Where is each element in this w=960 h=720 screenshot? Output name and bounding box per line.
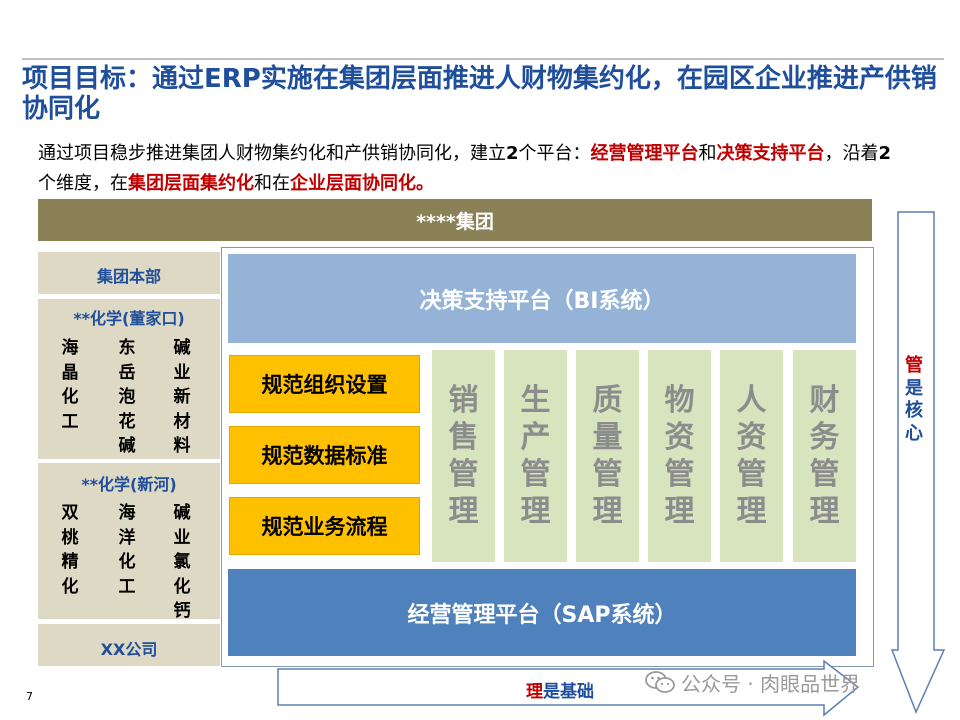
module-label: 销售管理 bbox=[448, 383, 479, 529]
intro-number: 2 bbox=[878, 143, 892, 164]
module-materials: 物资管理 bbox=[648, 350, 711, 562]
intro-highlight: 企业层面协同化。 bbox=[290, 173, 434, 194]
company-name-vertical: 碱业氯化钙 bbox=[173, 503, 191, 621]
xx-company-box: XX公司 bbox=[38, 624, 220, 666]
xx-company-label: XX公司 bbox=[100, 640, 158, 659]
chem-dongjiakou-box: **化学(董家口) 海晶化工 东岳泡花碱 碱业新材料 bbox=[38, 299, 220, 459]
intro-highlight: 集团层面集约化 bbox=[128, 173, 254, 194]
page-number: 7 bbox=[26, 690, 33, 703]
intro-highlight: 决策支持平台 bbox=[716, 143, 825, 164]
bottom-caption-red: 理 bbox=[526, 682, 543, 702]
module-sales: 销售管理 bbox=[432, 350, 495, 562]
module-label: 质量管理 bbox=[592, 383, 623, 529]
module-label: 人资管理 bbox=[736, 383, 767, 529]
intro-text: 个维度，在 bbox=[38, 173, 128, 194]
intro-number: 2 bbox=[506, 143, 519, 164]
module-production: 生产管理 bbox=[504, 350, 567, 562]
intro-text: 个平台： bbox=[518, 143, 591, 164]
bottom-caption-rest: 是基础 bbox=[543, 682, 594, 702]
module-finance: 财务管理 bbox=[793, 350, 856, 562]
group-hq-label: 集团本部 bbox=[96, 267, 161, 286]
bottom-caption: 理是基础 bbox=[470, 677, 650, 702]
company-name-vertical: 双桃精化 bbox=[61, 503, 79, 597]
module-hr: 人资管理 bbox=[720, 350, 783, 562]
watermark-text: 公众号 · 肉眼品世界 bbox=[681, 671, 861, 696]
company-name-vertical: 海晶化工 bbox=[61, 338, 79, 432]
group-hq-box: 集团本部 bbox=[38, 252, 220, 294]
top-rule bbox=[22, 58, 944, 60]
intro-text: ，沿着 bbox=[824, 143, 879, 164]
norm-business-process: 规范业务流程 bbox=[229, 497, 420, 555]
intro-paragraph: 通过项目稳步推进集团人财物集约化和产供销协同化，建立2个平台：经营管理平台和决策… bbox=[38, 139, 898, 199]
down-arrow-icon bbox=[890, 211, 946, 714]
module-label: 财务管理 bbox=[809, 383, 840, 529]
chem-xinhe-box: **化学(新河) 双桃精化 海洋化工 碱业氯化钙 bbox=[38, 463, 220, 621]
side-caption-red: 管 bbox=[905, 355, 923, 376]
bi-platform-bar: 决策支持平台（BI系统） bbox=[228, 254, 856, 343]
intro-text: 和 bbox=[698, 143, 717, 164]
side-caption-rest: 是核心 bbox=[905, 377, 923, 444]
side-caption: 管是核心 bbox=[902, 355, 926, 445]
company-name-vertical: 碱业新材料 bbox=[173, 338, 191, 456]
intro-text: 和在 bbox=[254, 173, 290, 194]
chem-dongjiakou-title: **化学(董家口) bbox=[73, 309, 185, 328]
group-header-bar: ****集团 bbox=[38, 199, 872, 241]
intro-highlight: 经营管理平台 bbox=[590, 143, 699, 164]
page-title: 项目目标：通过ERP实施在集团层面推进人财物集约化，在园区企业推进产供销协同化 bbox=[22, 64, 937, 124]
norm-org-setup: 规范组织设置 bbox=[229, 355, 420, 413]
wechat-icon bbox=[645, 671, 675, 693]
intro-text: 通过项目稳步推进集团人财物集约化和产供销协同化，建立 bbox=[38, 143, 506, 164]
module-label: 生产管理 bbox=[520, 383, 551, 529]
sap-platform-bar: 经营管理平台（SAP系统） bbox=[228, 569, 856, 656]
company-name-vertical: 东岳泡花碱 bbox=[118, 338, 136, 456]
company-name-vertical: 海洋化工 bbox=[118, 503, 136, 597]
module-label: 物资管理 bbox=[664, 383, 695, 529]
module-quality: 质量管理 bbox=[576, 350, 639, 562]
chem-xinhe-title: **化学(新河) bbox=[81, 475, 177, 494]
norm-data-standard: 规范数据标准 bbox=[229, 426, 420, 484]
watermark: 公众号 · 肉眼品世界 bbox=[645, 668, 860, 696]
